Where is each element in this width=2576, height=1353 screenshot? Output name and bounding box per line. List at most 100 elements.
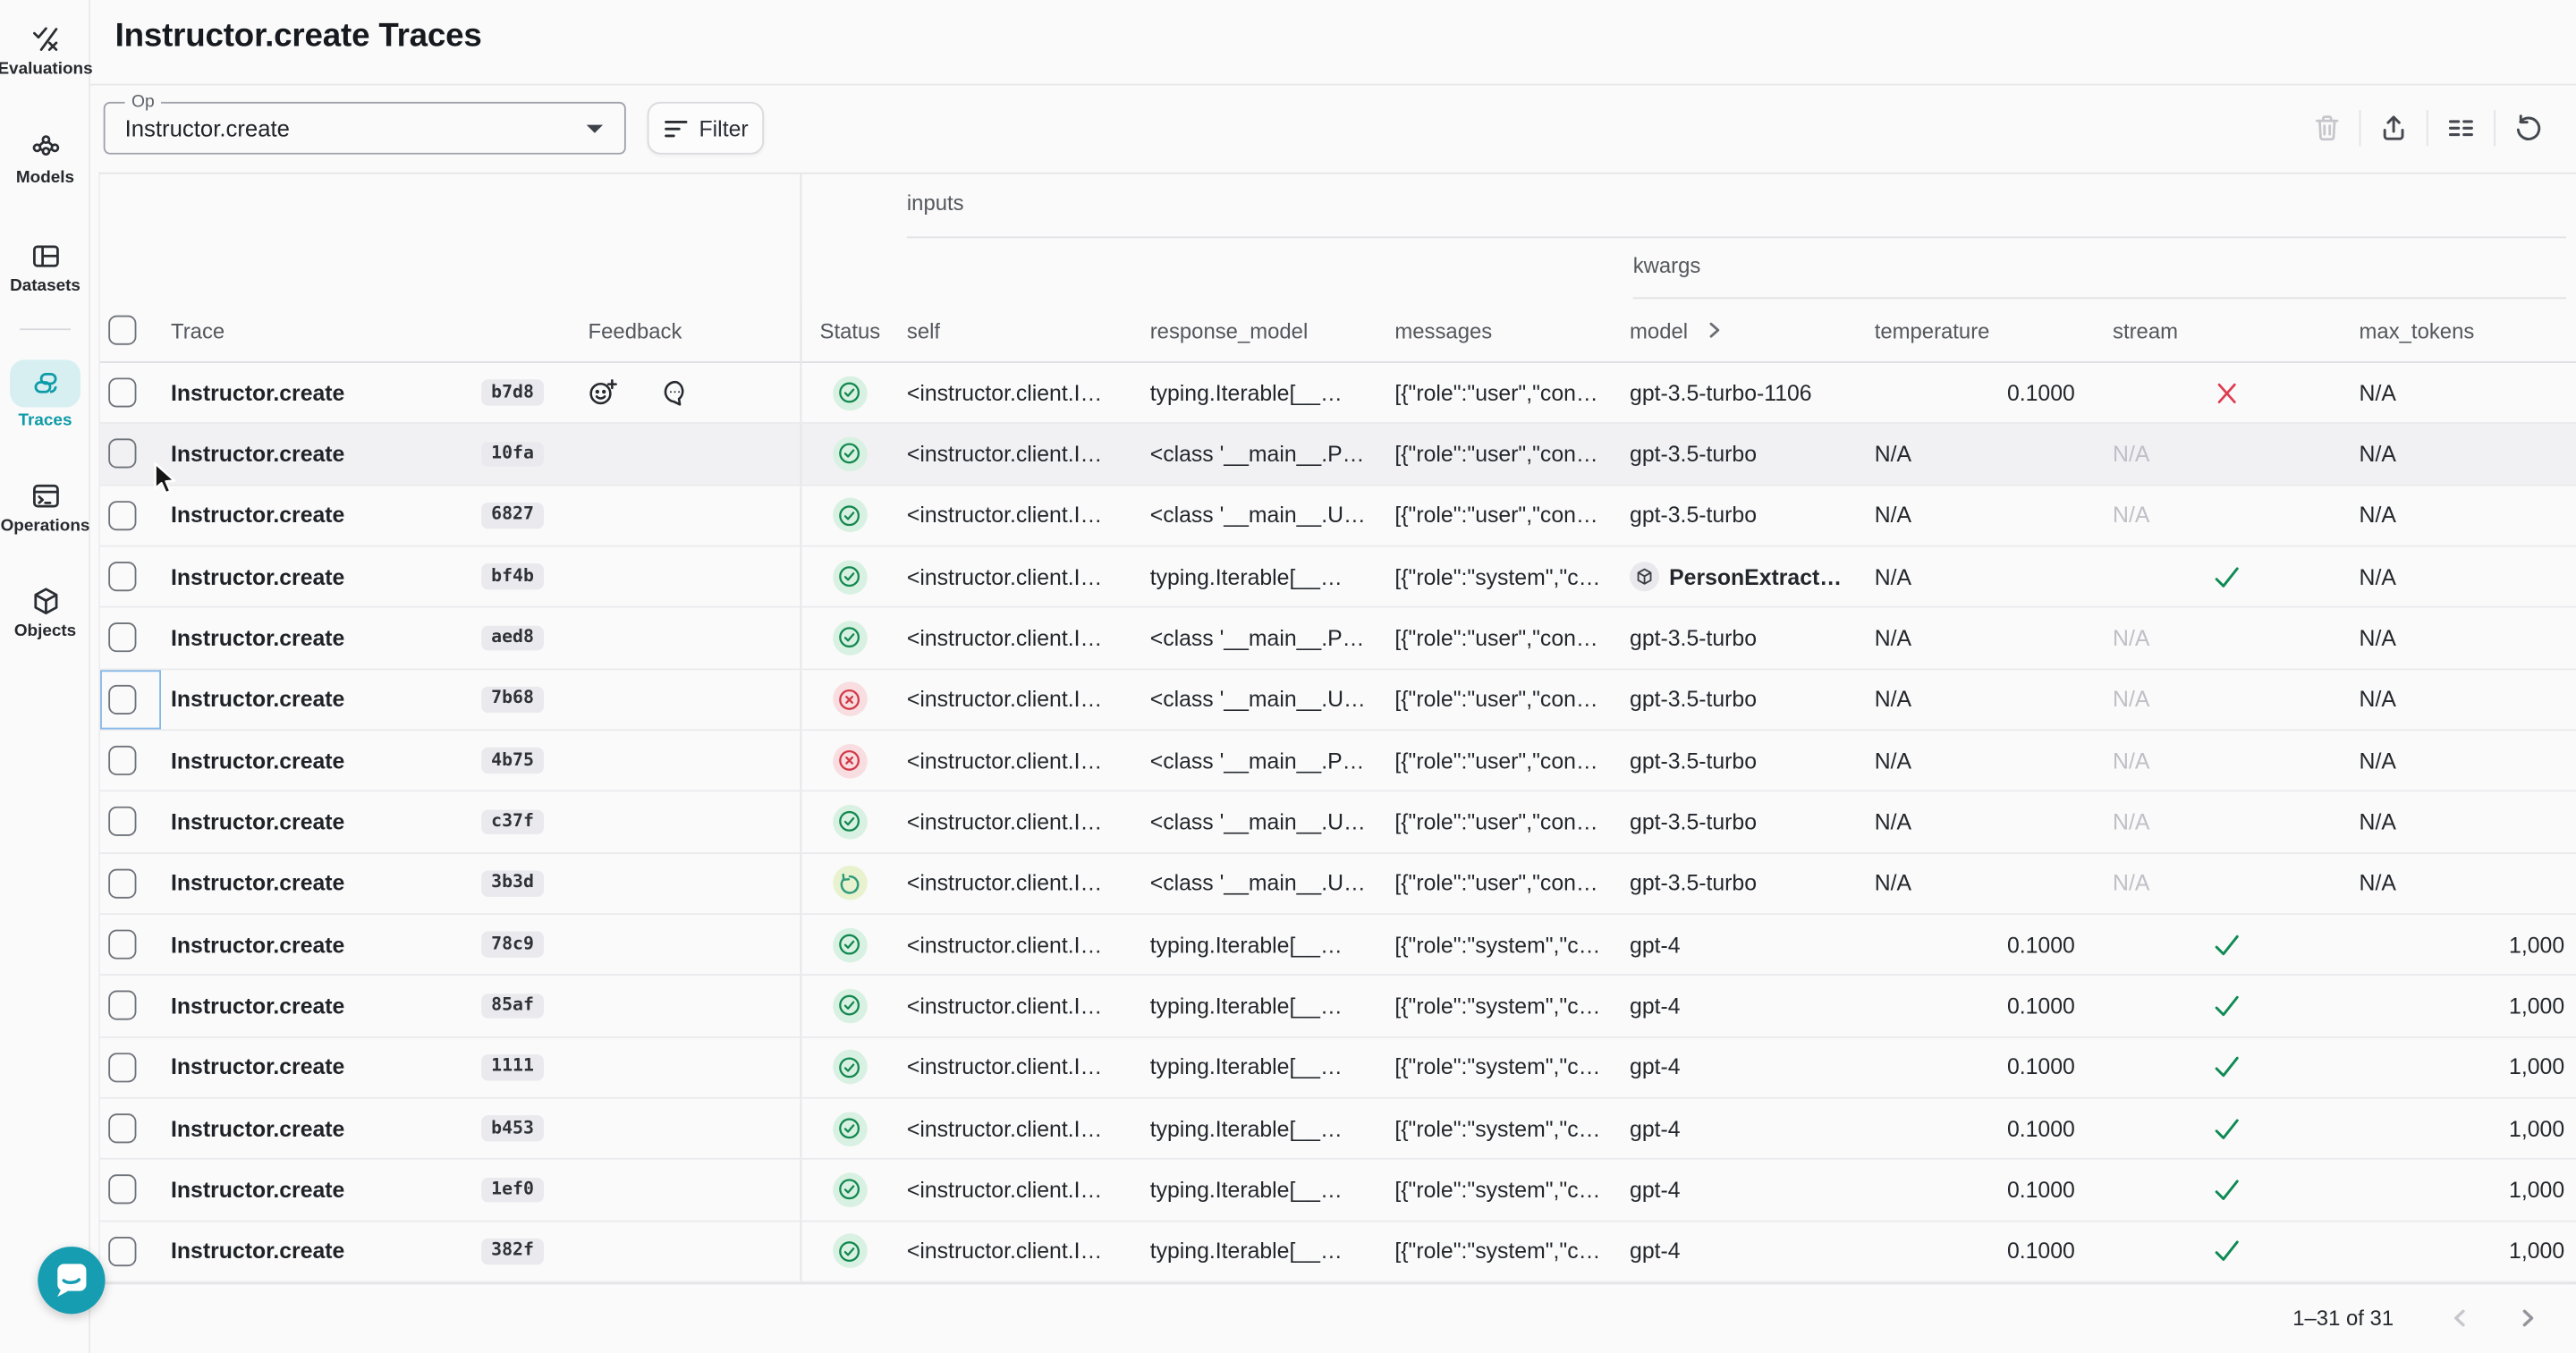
row-checkbox[interactable]	[108, 808, 136, 837]
temperature-cell: 0.1000	[1865, 915, 2103, 975]
trace-op-name[interactable]: Instructor.create	[161, 933, 344, 958]
self-value: <instructor.client.I…	[907, 933, 1102, 958]
response-model-value: typing.Iterable[__…	[1150, 1239, 1343, 1264]
comment-icon[interactable]	[660, 378, 690, 408]
delete-icon[interactable]	[2311, 114, 2341, 143]
row-checkbox[interactable]	[108, 1175, 136, 1205]
row-checkbox-cell	[100, 1099, 161, 1159]
table-row[interactable]: Instructor.create c37f	[100, 792, 2576, 854]
column-header-model[interactable]: model	[1620, 297, 1865, 362]
table-row[interactable]: Instructor.create 85af	[100, 977, 2576, 1038]
trace-cell: Instructor.create c37f	[161, 792, 570, 852]
stream-cell	[2103, 1099, 2350, 1159]
table-row[interactable]: Instructor.create b453	[100, 1099, 2576, 1161]
row-checkbox[interactable]	[108, 868, 136, 898]
column-header-trace[interactable]: Trace	[161, 297, 570, 362]
row-checkbox[interactable]	[108, 501, 136, 530]
model-value: gpt-3.5-turbo	[1630, 809, 1757, 834]
export-icon[interactable]	[2379, 114, 2409, 143]
trace-cell: Instructor.create 382f	[161, 1222, 570, 1281]
sidebar-item-objects[interactable]: Objects	[0, 585, 90, 640]
stream-cell: N/A	[2103, 424, 2350, 484]
add-reaction-icon[interactable]	[589, 378, 618, 408]
table-row[interactable]: Instructor.create 10fa	[100, 424, 2576, 486]
messages-cell: [{"role":"system","c…	[1385, 1160, 1620, 1220]
row-checkbox[interactable]	[108, 623, 136, 653]
messages-value: [{"role":"system","c…	[1394, 1178, 1600, 1203]
messages-value: [{"role":"user","con…	[1394, 687, 1597, 712]
table-header: inputs kwargs Trace Feedback Status self…	[100, 174, 2576, 363]
column-header-max-tokens[interactable]: max_tokens	[2350, 297, 2576, 362]
trace-op-name[interactable]: Instructor.create	[161, 442, 344, 467]
temperature-value: 0.1000	[2007, 380, 2075, 405]
trace-op-name[interactable]: Instructor.create	[161, 871, 344, 896]
column-header-self[interactable]: self	[897, 297, 1140, 362]
table-row[interactable]: Instructor.create 6827	[100, 486, 2576, 547]
chat-support-button[interactable]	[38, 1247, 105, 1314]
row-checkbox[interactable]	[108, 1113, 136, 1143]
row-checkbox-cell	[100, 1037, 161, 1097]
sidebar-item-datasets[interactable]: Datasets	[0, 240, 90, 295]
row-checkbox[interactable]	[108, 1053, 136, 1082]
row-checkbox[interactable]	[108, 1237, 136, 1266]
trace-op-name[interactable]: Instructor.create	[161, 748, 344, 774]
sidebar-item-traces[interactable]: Traces	[0, 359, 90, 430]
row-checkbox-cell	[100, 670, 161, 730]
check-icon	[2212, 994, 2240, 1019]
trace-op-name[interactable]: Instructor.create	[161, 687, 344, 712]
row-checkbox[interactable]	[108, 439, 136, 469]
row-checkbox[interactable]	[108, 930, 136, 960]
column-header-stream[interactable]: stream	[2103, 297, 2350, 362]
column-header-messages[interactable]: messages	[1385, 297, 1620, 362]
column-header-feedback[interactable]: Feedback	[570, 297, 800, 362]
trace-op-name[interactable]: Instructor.create	[161, 1055, 344, 1080]
row-checkbox[interactable]	[108, 991, 136, 1020]
sidebar-item-evaluations[interactable]: Evaluations	[0, 23, 90, 79]
trace-op-name[interactable]: Instructor.create	[161, 994, 344, 1019]
table-row[interactable]: Instructor.create 3b3d	[100, 853, 2576, 915]
table-row[interactable]: Instructor.create 1ef0	[100, 1160, 2576, 1222]
row-checkbox-cell	[100, 853, 161, 913]
sidebar-item-operations[interactable]: Operations	[0, 479, 90, 535]
table-row[interactable]: Instructor.create 7b68	[100, 670, 2576, 731]
column-header-status[interactable]: Status	[800, 297, 896, 362]
manage-columns-icon[interactable]	[2446, 114, 2476, 143]
success-check-icon	[832, 1172, 867, 1207]
trace-op-name[interactable]: Instructor.create	[161, 1239, 344, 1264]
column-header-temperature[interactable]: temperature	[1865, 297, 2103, 362]
trace-op-name[interactable]: Instructor.create	[161, 1116, 344, 1141]
self-value: <instructor.client.I…	[907, 1178, 1102, 1203]
trace-op-name[interactable]: Instructor.create	[161, 626, 344, 651]
refresh-icon[interactable]	[2513, 114, 2543, 143]
trace-op-name[interactable]: Instructor.create	[161, 380, 344, 405]
feedback-cell	[570, 486, 800, 545]
select-all-checkbox[interactable]	[108, 316, 136, 345]
next-page-button[interactable]	[2515, 1306, 2538, 1330]
row-checkbox[interactable]	[108, 562, 136, 591]
trace-op-name[interactable]: Instructor.create	[161, 809, 344, 834]
table-row[interactable]: Instructor.create 382f	[100, 1222, 2576, 1282]
table-row[interactable]: Instructor.create 78c9	[100, 915, 2576, 977]
table-row[interactable]: Instructor.create 4b75	[100, 731, 2576, 792]
row-checkbox[interactable]	[108, 378, 136, 408]
trace-op-name[interactable]: Instructor.create	[161, 1178, 344, 1203]
trace-op-name[interactable]: Instructor.create	[161, 503, 344, 529]
row-checkbox-cell	[100, 1222, 161, 1281]
previous-page-button[interactable]	[2448, 1306, 2471, 1330]
table-row[interactable]: Instructor.create aed8	[100, 608, 2576, 670]
model-value: gpt-3.5-turbo	[1630, 748, 1757, 774]
filter-button[interactable]: Filter	[648, 102, 764, 155]
row-checkbox[interactable]	[108, 685, 136, 715]
column-header-response-model[interactable]: response_model	[1140, 297, 1385, 362]
sidebar-item-models[interactable]: Models	[0, 131, 90, 187]
trace-op-name[interactable]: Instructor.create	[161, 564, 344, 589]
stream-na-value: N/A	[2113, 687, 2149, 712]
row-checkbox[interactable]	[108, 746, 136, 775]
table-row[interactable]: Instructor.create bf4b	[100, 547, 2576, 609]
table-row[interactable]: Instructor.create b7d8	[100, 363, 2576, 425]
stream-na-value: N/A	[2113, 503, 2149, 529]
response-model-cell: typing.Iterable[__…	[1140, 363, 1385, 423]
self-value: <instructor.client.I…	[907, 1055, 1102, 1080]
op-select[interactable]: Op Instructor.create	[104, 102, 626, 155]
table-row[interactable]: Instructor.create 1111	[100, 1037, 2576, 1099]
